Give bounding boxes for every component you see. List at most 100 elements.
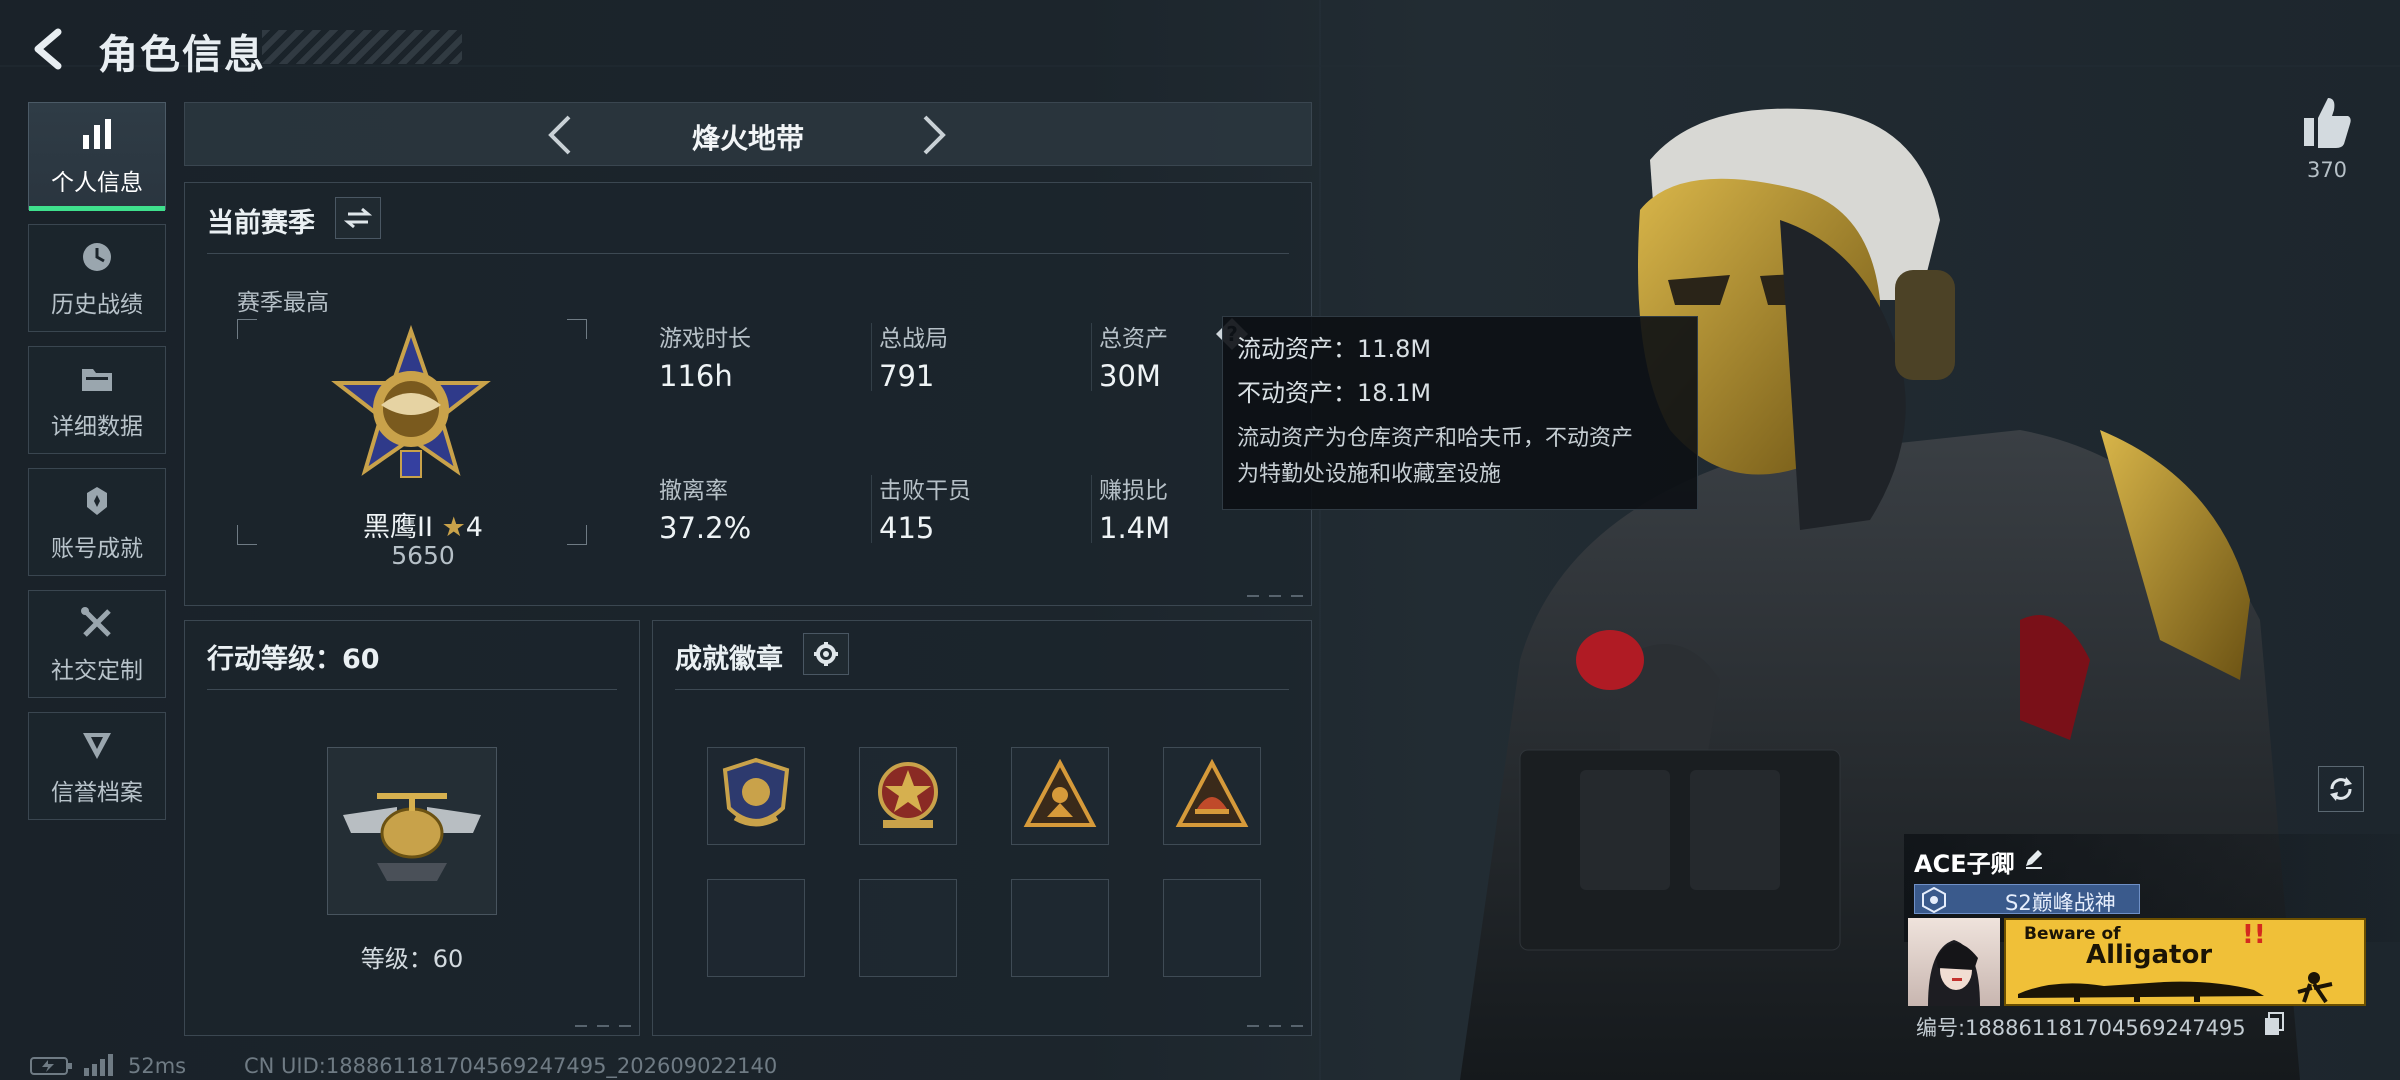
ping-value: 52ms [128,1054,187,1078]
divider [207,689,617,690]
player-title-text: S2巅峰战神 [2005,891,2116,915]
edit-name-button[interactable] [2022,846,2046,870]
badge-slot-empty[interactable] [859,879,957,977]
uid-text: CN UID:188861181704569247495_20260902214… [244,1054,778,1078]
history-clock-icon [77,237,117,277]
like-count: 370 [2306,158,2348,182]
badge-slot-empty[interactable] [1163,879,1261,977]
action-level-panel: 行动等级：60 等级：60 [184,620,640,1036]
divider [871,323,872,391]
badge-slot-empty[interactable] [1011,879,1109,977]
rank-name: 黑鹰II [363,512,433,543]
rank-stars: 4 [465,512,483,543]
triangle-helmet-badge-icon [1175,759,1249,827]
sidebar-item-history[interactable]: 历史战绩 [28,224,166,332]
stat-label: 总战局 [879,326,948,352]
badge-slot-empty[interactable] [707,879,805,977]
gear-icon [814,642,838,666]
achievement-badges-panel: 成就徽章 [652,620,1312,1036]
corner-decoration [575,1013,631,1027]
signal-icon [82,1054,116,1076]
sidebar-item-label: 个人信息 [51,170,143,196]
divider [1091,323,1092,391]
mode-selector: 烽火地带 [184,102,1312,166]
badges-title: 成就徽章 [675,644,783,675]
title-badge-icon [1922,887,1946,913]
switch-season-button[interactable] [335,197,381,239]
stat-value: 415 [879,511,935,545]
achievement-icon [77,481,117,521]
title-decoration [262,30,462,64]
alligator-icon [2018,972,2333,1004]
badge-settings-button[interactable] [803,633,849,675]
sidebar-item-social-custom[interactable]: 社交定制 [28,590,166,698]
tooltip-liquid-assets: 流动资产：11.8M [1237,335,1432,363]
banner-text-main: Alligator [2086,940,2213,970]
tooltip-desc-line1: 流动资产为仓库资产和哈夫币，不动资产 [1237,426,1634,451]
next-mode-button[interactable] [913,113,953,157]
stat-value: 37.2% [659,511,752,545]
stat-label: 撤离率 [659,478,728,504]
sidebar-item-label: 信誉档案 [51,780,143,806]
badge-slot[interactable] [859,747,957,845]
exclamation-icon: !! [2242,920,2266,950]
stat-value: 116h [659,359,733,393]
sidebar-item-achievements[interactable]: 账号成就 [28,468,166,576]
copy-icon [2265,1012,2284,1035]
player-id: 编号:188861181704569247495 [1916,1016,2246,1040]
chevron-right-icon [923,115,946,155]
player-banner[interactable]: Beware of Alligator !! [1908,918,2366,1006]
star-icon: ★ [441,512,466,543]
like-button[interactable] [2300,94,2354,150]
season-best-label: 赛季最高 [237,290,329,316]
rank-medal-icon [331,325,491,478]
action-level-title: 行动等级：60 [207,644,380,675]
rank-score: 5650 [391,541,455,570]
assets-tooltip: 流动资产：11.8M 不动资产：18.1M 流动资产为仓库资产和哈夫币，不动资产… [1222,316,1698,510]
rank-name-row: 黑鹰II ★4 [343,505,503,544]
sidebar-item-personal-info[interactable]: 个人信息 [28,102,166,211]
season-title: 当前赛季 [207,208,315,239]
swap-icon [344,207,372,229]
corner-decoration [1247,583,1303,597]
avatar [1908,918,2000,1006]
stat-value: 791 [879,359,935,393]
divider [207,253,1289,254]
page-title: 角色信息 [98,32,266,78]
divider [675,689,1289,690]
badge-slot[interactable] [1163,747,1261,845]
rotate-icon [2330,777,2352,801]
level-label: 等级：60 [360,945,464,973]
stat-value: 30M [1099,359,1161,393]
sidebar-item-label: 社交定制 [51,658,143,684]
name-card: Beware of Alligator !! [2004,918,2366,1006]
badge-slot[interactable] [1011,747,1109,845]
sidebar-item-label: 历史战绩 [51,292,143,318]
thumbs-up-icon [2304,98,2351,148]
sidebar-item-reputation[interactable]: 信誉档案 [28,712,166,820]
stat-label: 总资产 [1099,326,1168,352]
divider [1091,475,1092,543]
current-season-panel: 当前赛季 赛季最高 黑鹰II ★4 5650 游戏时长 116h 总战局 791… [184,182,1312,606]
stat-label: 击败干员 [879,478,971,504]
shield-badge-icon [722,757,790,827]
sidebar-item-label: 账号成就 [51,536,143,562]
back-button[interactable] [28,26,70,72]
rotate-model-button[interactable] [2318,766,2364,812]
star-badge-icon [878,762,938,828]
tools-icon [77,603,117,643]
copy-id-button[interactable] [2264,1012,2284,1036]
reputation-icon [77,725,117,765]
badge-slot[interactable] [707,747,805,845]
sidebar-item-detailed-data[interactable]: 详细数据 [28,346,166,454]
player-name: ACE子卿 [1914,850,2015,878]
level-emblem-frame [327,747,497,915]
sidebar-item-label: 详细数据 [51,414,143,440]
triangle-badge-icon [1023,759,1097,827]
helicopter-emblem-icon [343,793,481,881]
tooltip-desc-line2: 为特勤处设施和收藏室设施 [1237,462,1502,487]
pencil-icon [2026,850,2042,869]
player-title-tag: S2巅峰战神 [1914,884,2140,915]
stat-label: 游戏时长 [659,326,751,352]
stat-label: 赚损比 [1099,478,1168,504]
